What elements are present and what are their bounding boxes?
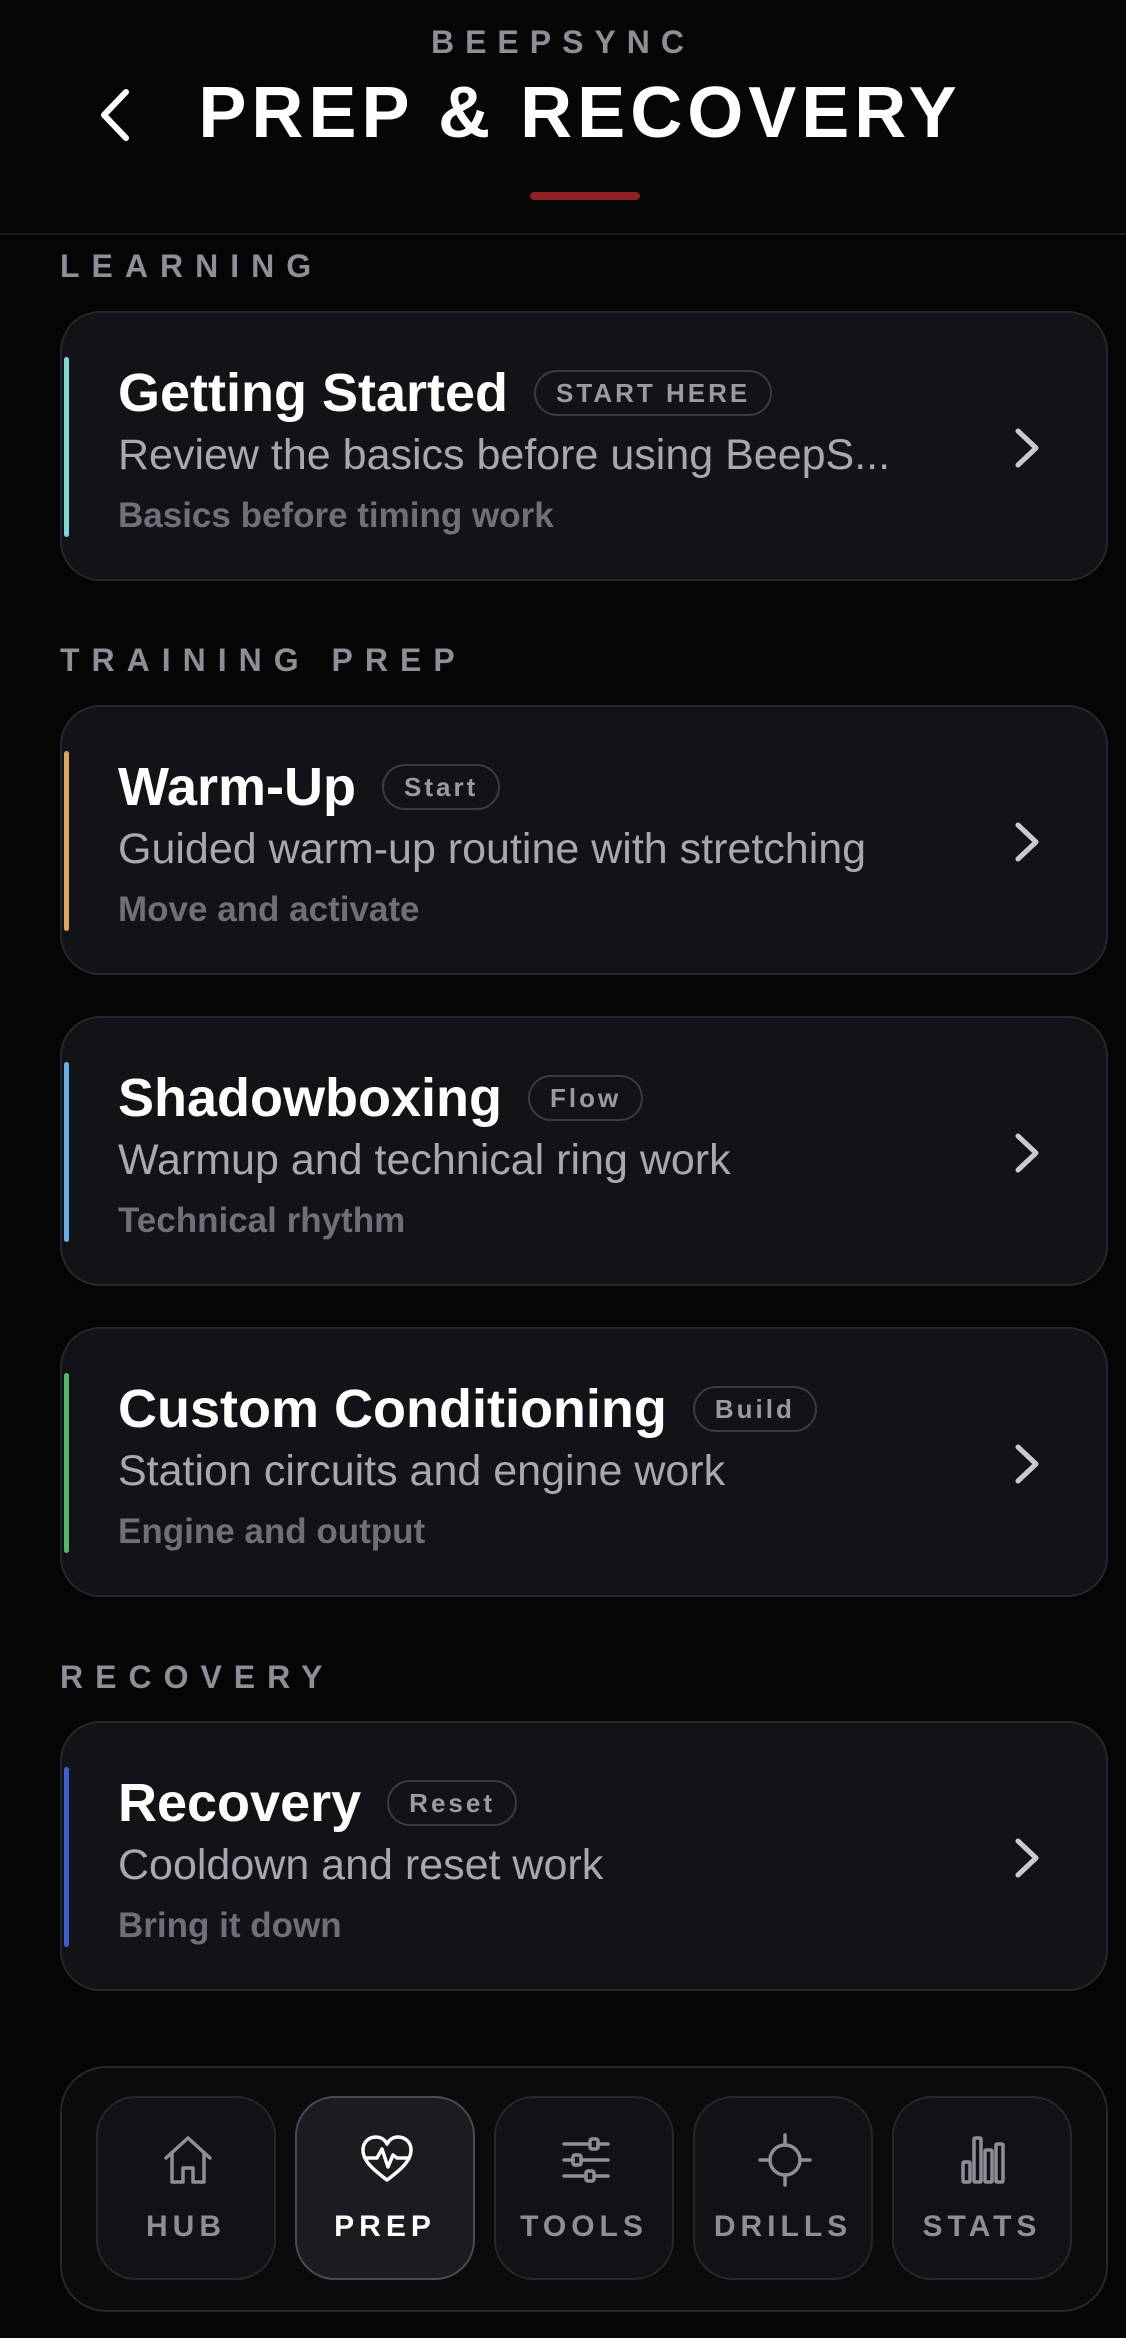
card-accent-bar	[64, 751, 69, 931]
tab-label: HUB	[146, 2210, 226, 2243]
card-description: Warmup and technical ring work	[118, 1136, 731, 1184]
brand-label: BEEPSYNC	[430, 24, 696, 60]
section-label-recovery: RECOVERY	[60, 1659, 335, 1695]
section-label-training-prep: TRAINING PREP	[60, 642, 467, 678]
tab-label: STATS	[922, 2210, 1042, 2243]
card-subtitle: Technical rhythm	[118, 1201, 406, 1240]
card-subtitle: Engine and output	[118, 1512, 426, 1551]
card-badge: Flow	[528, 1075, 644, 1121]
card-custom-conditioning[interactable]: Custom Conditioning Build Station circui…	[60, 1327, 1108, 1597]
tab-label: PREP	[334, 2210, 436, 2243]
card-title: Getting Started	[118, 363, 509, 423]
card-description: Station circuits and engine work	[118, 1447, 726, 1495]
tab-hub[interactable]: HUB	[96, 2096, 276, 2280]
home-icon	[164, 2136, 212, 2184]
card-title: Warm-Up	[118, 757, 356, 817]
card-title: Custom Conditioning	[118, 1379, 667, 1439]
tab-stats[interactable]: STATS	[892, 2096, 1072, 2280]
tab-prep[interactable]: PREP	[295, 2096, 475, 2280]
card-accent-bar	[64, 1767, 69, 1947]
bar-chart-icon	[961, 2136, 1005, 2184]
chevron-right-icon	[1015, 1133, 1039, 1173]
section-label-learning: LEARNING	[60, 248, 324, 284]
sliders-icon	[562, 2137, 610, 2183]
card-badge: Reset	[387, 1780, 517, 1826]
card-title: Shadowboxing	[118, 1068, 502, 1128]
card-accent-bar	[64, 1373, 69, 1553]
tab-label: DRILLS	[713, 2210, 853, 2243]
card-accent-bar	[64, 1062, 69, 1242]
tab-tools[interactable]: TOOLS	[494, 2096, 674, 2280]
card-warm-up[interactable]: Warm-Up Start Guided warm-up routine wit…	[60, 705, 1108, 975]
card-getting-started[interactable]: Getting Started START HERE Review the ba…	[60, 311, 1108, 581]
card-subtitle: Move and activate	[118, 890, 420, 929]
chevron-right-icon	[1015, 428, 1039, 468]
card-description: Review the basics before using BeepS...	[118, 431, 891, 479]
card-description: Guided warm-up routine with stretching	[118, 825, 867, 873]
crosshair-icon	[758, 2133, 812, 2187]
card-accent-bar	[64, 357, 69, 537]
card-title: Recovery	[118, 1773, 362, 1833]
chevron-right-icon	[1015, 822, 1039, 862]
app-header: BEEPSYNC PREP & RECOVERY	[0, 0, 1126, 235]
chevron-right-icon	[1015, 1444, 1039, 1484]
heart-pulse-icon	[361, 2135, 413, 2182]
tab-drills[interactable]: DRILLS	[693, 2096, 873, 2280]
page-title: PREP & RECOVERY	[198, 73, 962, 153]
card-badge: Start	[382, 764, 501, 810]
card-subtitle: Bring it down	[118, 1906, 342, 1945]
chevron-right-icon	[1015, 1838, 1039, 1878]
card-subtitle: Basics before timing work	[118, 496, 554, 535]
tab-label: TOOLS	[520, 2210, 648, 2243]
card-badge: Build	[692, 1386, 817, 1432]
card-recovery[interactable]: Recovery Reset Cooldown and reset work B…	[60, 1721, 1108, 1991]
card-badge: START HERE	[534, 370, 773, 416]
card-description: Cooldown and reset work	[118, 1841, 604, 1889]
card-shadowboxing[interactable]: Shadowboxing Flow Warmup and technical r…	[60, 1016, 1108, 1286]
title-accent-underline	[530, 192, 640, 200]
